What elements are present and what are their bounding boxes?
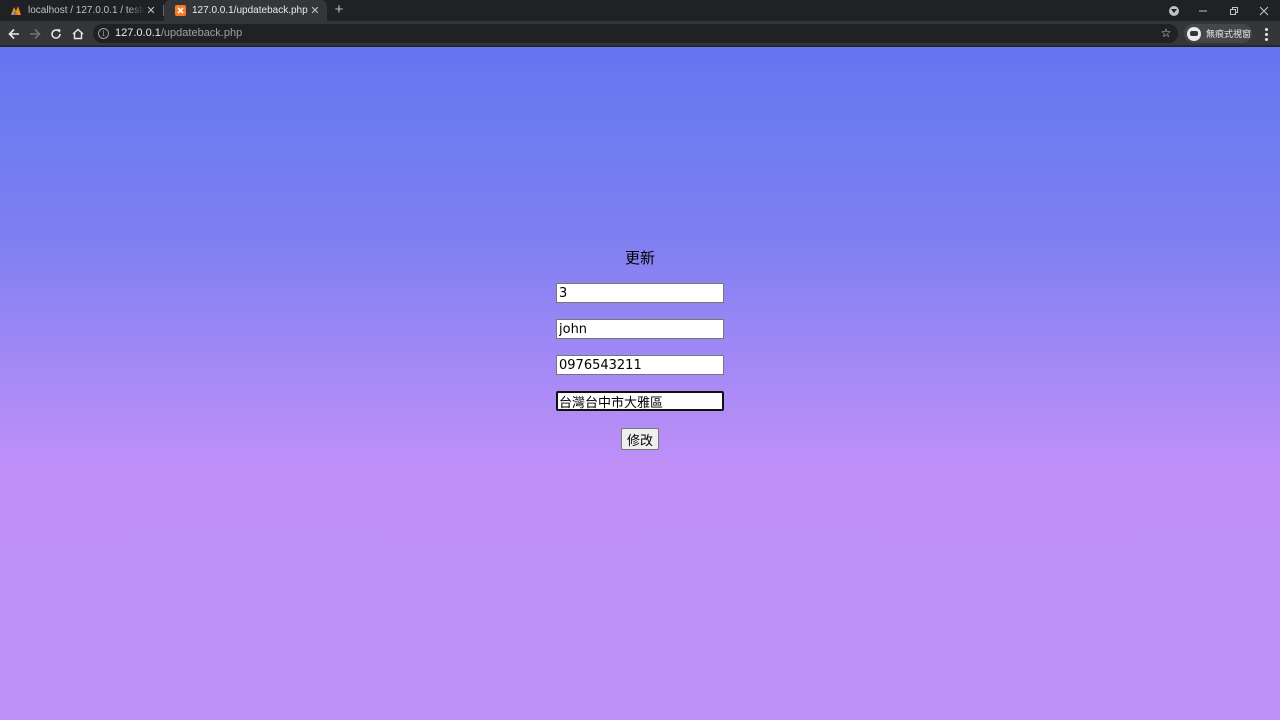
- bookmark-star-icon[interactable]: ☆: [1159, 25, 1173, 41]
- profile-label: 無痕式視窗: [1206, 29, 1252, 39]
- url-host: 127.0.0.1: [115, 27, 161, 39]
- restore-icon[interactable]: [1224, 0, 1244, 21]
- forward-icon[interactable]: [26, 25, 44, 43]
- url-path: /updateback.php: [160, 27, 243, 39]
- back-icon[interactable]: [5, 25, 23, 43]
- tab-strip: localhost / 127.0.0.1 / testdb / ✕ 127.0…: [0, 0, 1280, 21]
- new-tab-icon[interactable]: +: [331, 2, 347, 18]
- id-field[interactable]: [556, 283, 724, 303]
- address-bar[interactable]: i 127.0.0.1/updateback.php ☆: [93, 24, 1178, 43]
- tab-title: 127.0.0.1/updateback.php: [192, 5, 308, 16]
- incognito-icon: [1187, 26, 1201, 41]
- tab-title: localhost / 127.0.0.1 / testdb /: [28, 5, 145, 16]
- tab-phpmyadmin[interactable]: localhost / 127.0.0.1 / testdb / ✕: [0, 0, 163, 21]
- home-icon[interactable]: [69, 25, 87, 43]
- more-menu-icon[interactable]: [1259, 25, 1273, 43]
- browser-toolbar: i 127.0.0.1/updateback.php ☆ 無痕式視窗: [0, 21, 1280, 46]
- page-title: 更新: [624, 249, 655, 267]
- phpmyadmin-icon: [10, 5, 22, 17]
- window-close-icon[interactable]: [1253, 0, 1275, 21]
- incognito-profile-button[interactable]: 無痕式視窗: [1184, 24, 1252, 43]
- site-info-icon[interactable]: i: [98, 28, 109, 39]
- close-tab-icon[interactable]: ✕: [145, 4, 157, 17]
- reload-icon[interactable]: [47, 25, 65, 43]
- address-url: 127.0.0.1/updateback.php: [115, 27, 242, 39]
- name-field[interactable]: [556, 319, 724, 339]
- xampp-icon: [174, 5, 186, 17]
- close-tab-icon[interactable]: ✕: [309, 4, 321, 17]
- page-viewport: 更新 修改: [0, 47, 1280, 720]
- tab-updateback[interactable]: 127.0.0.1/updateback.php ✕: [164, 0, 327, 21]
- submit-button[interactable]: 修改: [621, 428, 659, 450]
- address-field[interactable]: [556, 391, 724, 411]
- minimize-icon[interactable]: [1193, 0, 1213, 21]
- tab-search-icon[interactable]: [1166, 0, 1182, 21]
- phone-field[interactable]: [556, 355, 724, 375]
